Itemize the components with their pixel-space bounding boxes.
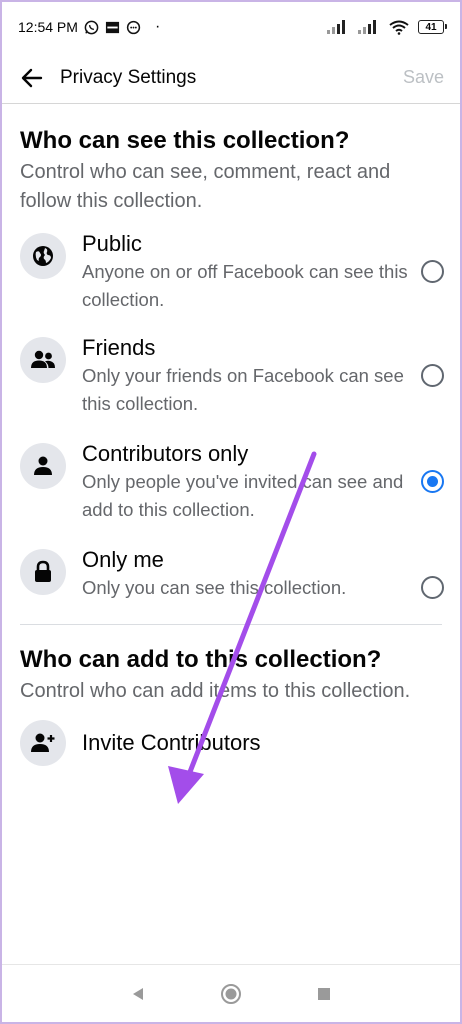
add-person-icon (20, 720, 66, 766)
battery-icon: 41 (418, 20, 447, 34)
messenger-icon (126, 20, 141, 35)
nav-back-button[interactable] (126, 982, 150, 1006)
visibility-section-description: Control who can see, comment, react and … (20, 161, 391, 212)
option-contributors-only[interactable]: Contributors only Only people you've inv… (2, 440, 460, 524)
circle-home-icon (220, 983, 241, 1004)
arrow-left-icon (21, 68, 43, 87)
nav-home-button[interactable] (219, 982, 243, 1006)
lock-icon (20, 549, 66, 595)
radio-friends[interactable] (421, 364, 444, 387)
system-nav-bar (2, 964, 460, 1022)
nav-recents-button[interactable] (312, 982, 336, 1006)
option-public[interactable]: Public Anyone on or off Facebook can see… (2, 230, 460, 314)
person-icon (20, 443, 66, 489)
back-button[interactable] (18, 64, 46, 92)
signal-icon-2 (358, 20, 380, 35)
triangle-back-icon (133, 987, 144, 1000)
save-button[interactable]: Save (403, 67, 444, 88)
option-only-me[interactable]: Only me Only you can see this collection… (2, 546, 460, 602)
screen: 12:54 PM · 41 Privacy Settings Save Who … (0, 0, 462, 1024)
option-friends[interactable]: Friends Only your friends on Facebook ca… (2, 334, 460, 418)
option-subtitle: Only people you've invited can see and a… (82, 471, 404, 520)
option-label: Public (82, 231, 142, 256)
friends-icon (20, 337, 66, 383)
wifi-icon (389, 20, 409, 35)
page-title: Privacy Settings (60, 66, 197, 88)
option-subtitle: Only your friends on Facebook can see th… (82, 365, 404, 414)
status-right: 41 (327, 20, 447, 35)
status-bar: 12:54 PM · 41 (2, 2, 460, 52)
signal-icon (327, 20, 349, 35)
privacy-content: Who can see this collection? Control who… (2, 104, 460, 766)
more-dot-icon: · (154, 18, 161, 35)
radio-public[interactable] (421, 260, 444, 283)
invite-contributors-label: Invite Contributors (82, 730, 261, 755)
whatsapp-icon (84, 20, 99, 35)
visibility-section-title: Who can see this collection? (20, 127, 350, 154)
option-label: Only me (82, 547, 164, 572)
option-subtitle: Only you can see this collection. (82, 577, 347, 598)
notification-icon (105, 20, 120, 35)
option-label: Contributors only (82, 441, 249, 466)
invite-contributors-button[interactable]: Invite Contributors (2, 720, 460, 766)
globe-icon (20, 233, 66, 279)
status-time: 12:54 PM (18, 19, 78, 35)
contributors-section-title: Who can add to this collection? (20, 646, 382, 673)
app-bar: Privacy Settings Save (2, 52, 460, 104)
radio-only-me[interactable] (421, 576, 444, 599)
option-subtitle: Anyone on or off Facebook can see this c… (82, 261, 408, 310)
contributors-section-description: Control who can add items to this collec… (20, 680, 411, 702)
status-left: 12:54 PM · (18, 18, 160, 36)
radio-contributors-only[interactable] (421, 470, 444, 493)
square-recents-icon (317, 987, 330, 1000)
option-label: Friends (82, 335, 156, 360)
